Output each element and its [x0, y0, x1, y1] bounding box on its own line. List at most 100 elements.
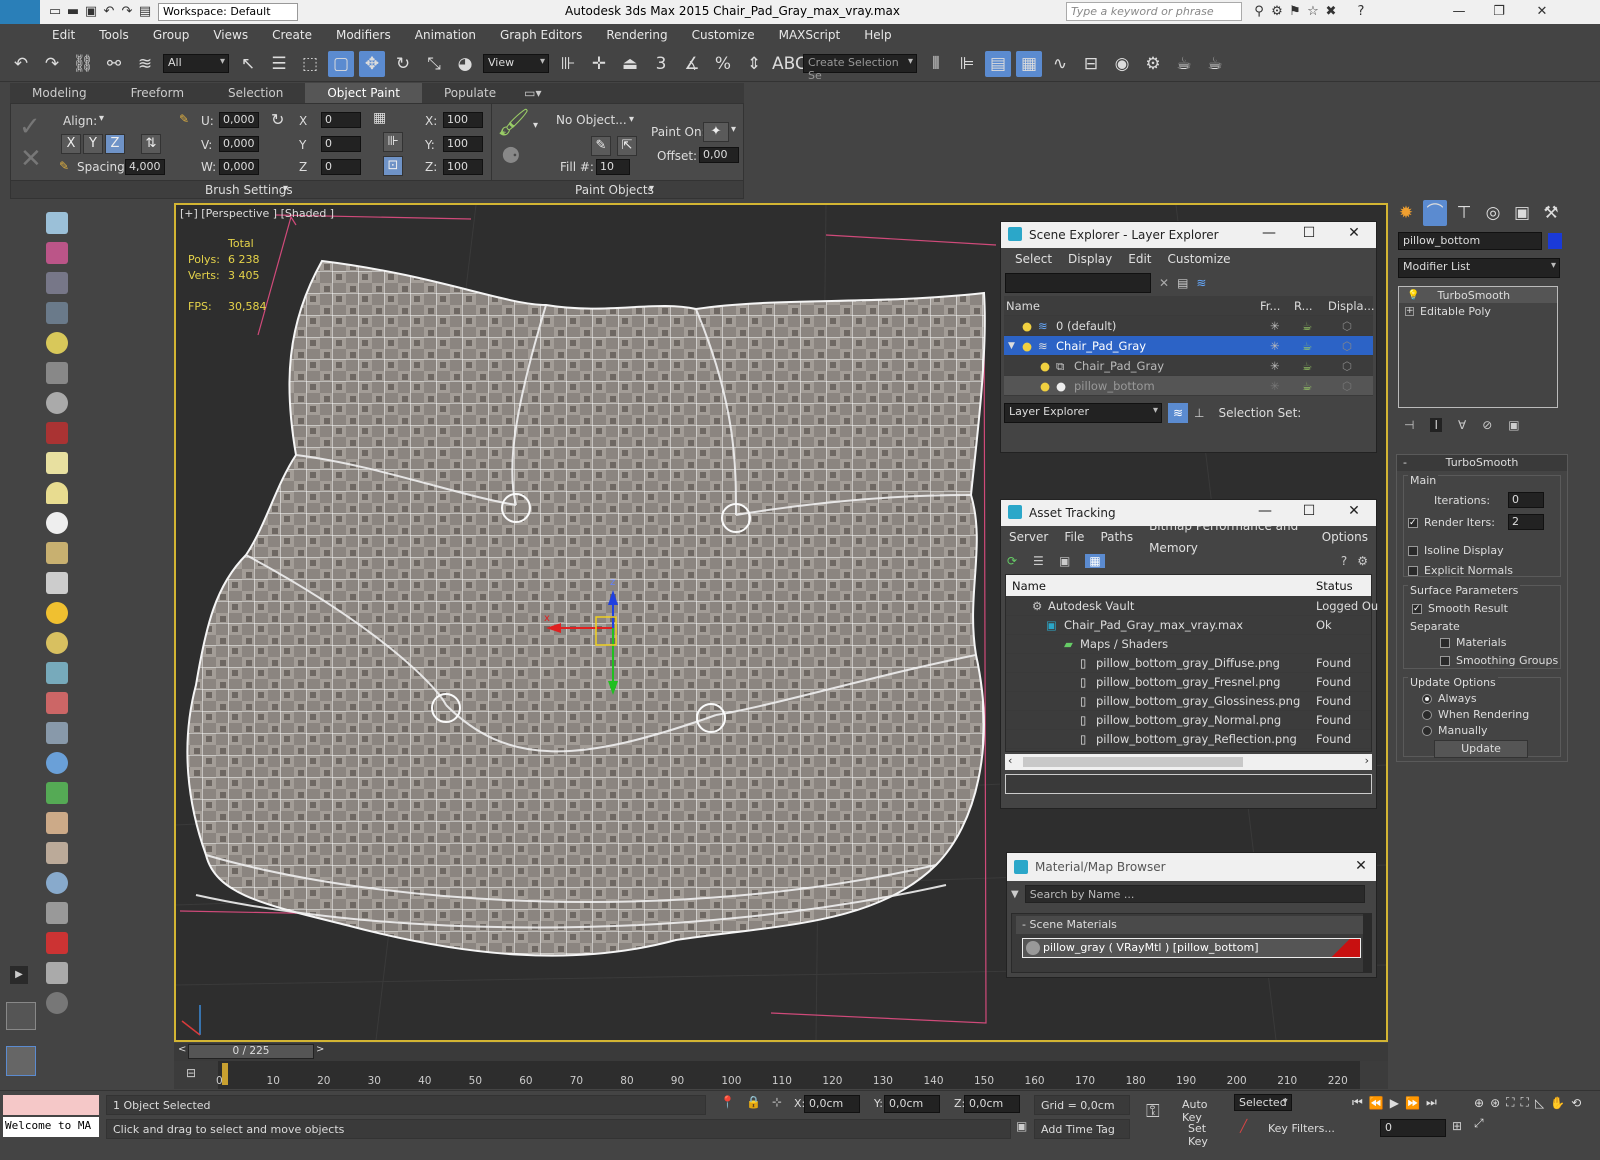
time-tag-icon[interactable]: ▣ [1016, 1119, 1027, 1133]
menu-edit[interactable]: Edit [40, 24, 87, 46]
menu-help[interactable]: Help [852, 24, 903, 46]
bind-space-warp-icon[interactable]: ≋ [132, 51, 158, 77]
add-to-layer-icon[interactable]: ≋ [1196, 276, 1206, 290]
materials-checkbox[interactable]: Materials [1440, 636, 1506, 649]
layer-mode-icon[interactable]: ≋ [1168, 403, 1188, 423]
update-button[interactable]: Update [1434, 740, 1528, 758]
always-radio[interactable]: Always [1422, 692, 1477, 705]
align-icon[interactable]: ⊫ [954, 51, 980, 77]
grid-table-icon[interactable] [46, 302, 68, 324]
grass-icon[interactable] [46, 782, 68, 804]
exchange-icon[interactable]: ✖ [1322, 3, 1340, 21]
selection-lock-icon[interactable]: 🔒 [746, 1095, 761, 1109]
remove-modifier-icon[interactable]: ⊘ [1482, 418, 1492, 432]
asset-tracking-maximize[interactable]: ☐ [1299, 503, 1319, 519]
tab-modeling[interactable]: Modeling [10, 83, 109, 103]
mirror-icon[interactable]: ⫴ [923, 51, 949, 77]
no-object-label[interactable]: No Object... [556, 113, 627, 127]
render-frame-icon[interactable] [46, 932, 68, 954]
display-tab-icon[interactable]: ▣ [1510, 200, 1534, 226]
camera-icon[interactable] [46, 362, 68, 384]
bulb-icon[interactable]: ● [1040, 356, 1050, 376]
clear-search-icon[interactable]: ✕ [1159, 276, 1169, 290]
scene-explorer-minimize[interactable]: — [1259, 225, 1279, 241]
scale-x-spinner[interactable]: 100 [443, 112, 483, 128]
thumbnail-view-icon[interactable]: ▣ [1059, 554, 1085, 568]
align-dropdown-icon[interactable]: ▾ [99, 113, 104, 124]
smooth-result-checkbox[interactable]: Smooth Result [1412, 602, 1508, 615]
menu-tools[interactable]: Tools [87, 24, 141, 46]
brush-settings-dropdown-icon[interactable]: ▾ [283, 183, 288, 194]
pan-icon[interactable]: ✋ [1550, 1096, 1565, 1110]
time-slider[interactable]: < 0 / 225 > [174, 1043, 1388, 1061]
gear-icon[interactable] [46, 752, 68, 774]
goto-start-icon[interactable]: ⏮ [1352, 1095, 1363, 1110]
display-box-icon[interactable]: ⬡ [1342, 356, 1352, 376]
at-menu-paths[interactable]: Paths [1092, 526, 1141, 548]
expand-panel-icon[interactable]: ▶ [10, 966, 28, 984]
render-setup-icon[interactable]: ⚙ [1140, 51, 1166, 77]
freeze-icon[interactable]: ✳ [1270, 316, 1280, 336]
fur-icon[interactable] [46, 842, 68, 864]
se-col-name[interactable]: Name [1006, 296, 1040, 316]
subscription-icon[interactable]: ⚙ [1268, 3, 1286, 21]
scroll-right-icon[interactable]: › [1365, 754, 1369, 767]
table-row[interactable]: ● ≋ 0 (default) ✳ ☕ ⬡ [1004, 316, 1373, 336]
orbit-icon[interactable]: ⟲ [1571, 1096, 1581, 1110]
layer-manager-icon[interactable]: ▤ [985, 50, 1011, 77]
make-unique-icon[interactable]: ∀ [1458, 418, 1466, 432]
rotate-icon[interactable]: ↻ [390, 51, 416, 77]
material-list-scrollbar[interactable] [1363, 914, 1371, 972]
scroll-left-icon[interactable]: ‹ [1008, 754, 1012, 767]
project-icon[interactable]: ▤ [136, 3, 154, 21]
undo-icon[interactable]: ↶ [100, 3, 118, 21]
object-color-swatch[interactable] [1548, 233, 1562, 249]
moon-icon[interactable] [46, 392, 68, 414]
tab-object-paint[interactable]: Object Paint [305, 83, 422, 103]
time-slider-thumb[interactable]: 0 / 225 [188, 1044, 314, 1059]
at-path-field[interactable] [1005, 774, 1372, 794]
new-file-icon[interactable]: ▭ [46, 3, 64, 21]
list-view-icon[interactable]: ☰ [1033, 554, 1059, 568]
motion-tab-icon[interactable]: ◎ [1481, 200, 1505, 226]
rotate-y-spinner[interactable]: 0 [321, 136, 361, 152]
utilities-tab-icon[interactable]: ⚒ [1539, 200, 1563, 226]
viewport-label[interactable]: [+] [Perspective ] [Shaded ] [180, 207, 334, 220]
menu-views[interactable]: Views [201, 24, 260, 46]
offset-spinner[interactable]: 0,00 [699, 147, 739, 163]
lock-scale-icon[interactable]: ⊡ [383, 156, 403, 176]
material-browser-titlebar[interactable]: Material/Map Browser ✕ [1007, 853, 1376, 881]
material-search-input[interactable]: Search by Name ... [1024, 885, 1365, 903]
axis-tripod-icon[interactable] [46, 722, 68, 744]
material-sphere-icon[interactable] [46, 872, 68, 894]
renderable-teapot-icon[interactable]: ☕ [1302, 356, 1312, 376]
keyword-search-input[interactable]: Type a keyword or phrase [1066, 2, 1242, 21]
teapot-icon[interactable] [46, 212, 68, 234]
explicit-normals-checkbox[interactable]: Explicit Normals [1408, 564, 1513, 577]
table-row[interactable]: ⚙ Autodesk Vault Logged Ou [1006, 597, 1378, 616]
render-iters-checkbox[interactable]: Render Iters: [1408, 516, 1495, 529]
tab-selection[interactable]: Selection [206, 83, 305, 103]
scale-offset-icon[interactable]: ▦ [373, 110, 386, 126]
light-icon[interactable] [46, 332, 68, 354]
edit-named-selection-icon[interactable]: ABC [772, 51, 807, 77]
mini-curve-editor-icon[interactable]: ⊟ [186, 1066, 196, 1080]
teapot-primitive-icon[interactable] [46, 542, 68, 564]
tab-populate[interactable]: Populate [422, 83, 518, 103]
zoom-icon[interactable]: ⊕ [1474, 1096, 1484, 1110]
save-icon[interactable]: ▣ [82, 3, 100, 21]
w-spinner[interactable]: 0,000 [219, 159, 259, 175]
curve-editor-icon[interactable]: ∿ [1047, 51, 1073, 77]
keyboard-shortcut-icon[interactable]: ⏏ [617, 51, 643, 77]
scene-explorer-maximize[interactable]: ☐ [1299, 225, 1319, 241]
no-object-dropdown-icon[interactable]: ▾ [629, 114, 634, 125]
layer-explorer-combo[interactable]: Layer Explorer [1004, 403, 1162, 423]
bulb-icon[interactable]: 💡 [1407, 290, 1419, 301]
settings-icon[interactable] [46, 962, 68, 984]
pin-stack-icon[interactable]: ⊣ [1404, 418, 1414, 432]
refresh-icon[interactable]: ⟳ [1007, 554, 1027, 568]
at-horizontal-scrollbar[interactable]: ‹ › [1005, 754, 1372, 770]
ribbon-toggle-icon[interactable]: ▦ [1016, 50, 1042, 77]
pick-object-icon[interactable]: ✎ [591, 136, 611, 156]
pivot-icon[interactable]: ⊪ [555, 51, 581, 77]
